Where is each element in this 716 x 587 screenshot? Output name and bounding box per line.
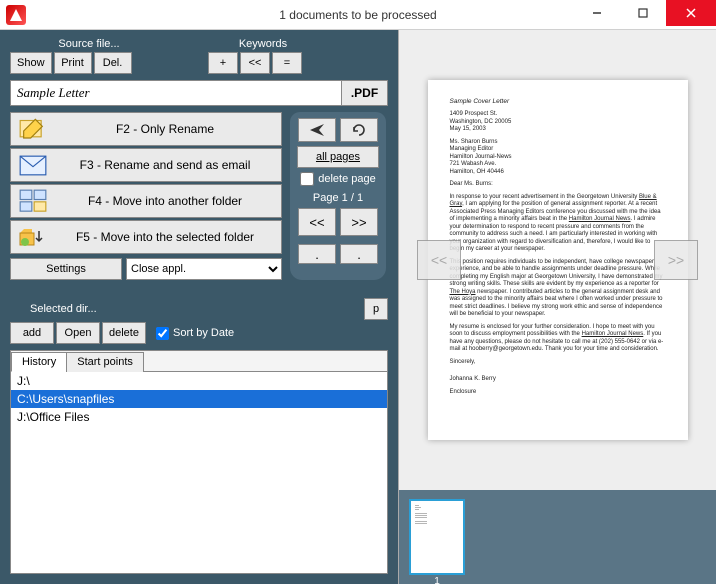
email-icon (19, 153, 47, 177)
folder-selected-icon (19, 225, 47, 249)
f2-rename-button[interactable]: F2 - Only Rename (10, 112, 282, 146)
close-button[interactable] (666, 0, 716, 26)
minimize-button[interactable] (574, 0, 620, 26)
dot-right-button[interactable]: . (340, 244, 378, 264)
delete-page-check-input[interactable] (300, 172, 314, 186)
show-button[interactable]: Show (10, 52, 52, 74)
f4-label: F4 - Move into another folder (57, 194, 273, 208)
f3-label: F3 - Rename and send as email (57, 158, 273, 172)
keyword-eq-button[interactable]: = (272, 52, 302, 74)
folder-move-icon (19, 189, 47, 213)
history-list[interactable]: J:\C:\Users\snapfilesJ:\Office Files (11, 372, 387, 573)
open-dir-button[interactable]: Open (56, 322, 100, 344)
extension-label: .PDF (342, 80, 388, 106)
delete-source-button[interactable]: Del. (94, 52, 132, 74)
page-prev-button[interactable]: << (298, 208, 336, 236)
thumb-number: 1 (411, 576, 463, 587)
page-next-button[interactable]: >> (340, 208, 378, 236)
sort-label: Sort by Date (173, 327, 234, 339)
titlebar: 1 documents to be processed (0, 0, 716, 30)
delete-page-label: delete page (318, 173, 376, 185)
doc-next-button[interactable]: >> (654, 240, 698, 280)
close-appl-select[interactable]: Close appl. (126, 258, 282, 280)
sort-check-input[interactable] (156, 327, 169, 340)
keyword-back-button[interactable]: << (240, 52, 270, 74)
list-item[interactable]: C:\Users\snapfiles (11, 390, 387, 408)
dot-left-button[interactable]: . (298, 244, 336, 264)
list-item[interactable]: J:\Office Files (11, 408, 387, 426)
history-tabs: History Start points J:\C:\Users\snapfil… (10, 350, 388, 574)
maximize-button[interactable] (620, 0, 666, 26)
f4-move-button[interactable]: F4 - Move into another folder (10, 184, 282, 218)
refresh-icon-button[interactable] (340, 118, 378, 142)
delete-page-checkbox[interactable]: delete page (300, 172, 376, 186)
f2-label: F2 - Only Rename (57, 122, 273, 136)
source-file-label: Source file... (10, 38, 168, 50)
thumbnail-1[interactable]: ▬▬▬▬▬▬▬▬▬▬▬▬▬▬▬▬▬▬▬▬▬▬▬▬▬▬▬▬▬▬▬▬▬▬▬▬▬ 1 (409, 499, 465, 575)
f5-move-selected-button[interactable]: F5 - Move into the selected folder (10, 220, 282, 254)
list-item[interactable]: J:\ (11, 372, 387, 390)
plane-icon-button[interactable] (298, 118, 336, 142)
filename-input[interactable] (10, 80, 342, 106)
thumbnail-strip: ▬▬▬▬▬▬▬▬▬▬▬▬▬▬▬▬▬▬▬▬▬▬▬▬▬▬▬▬▬▬▬▬▬▬▬▬▬ 1 (399, 490, 716, 584)
rename-icon (19, 117, 47, 141)
page-indicator: Page 1 / 1 (313, 192, 363, 204)
p-button[interactable]: p (364, 298, 388, 320)
delete-dir-button[interactable]: delete (102, 322, 146, 344)
app-icon (6, 5, 26, 25)
keywords-label: Keywords (208, 38, 318, 50)
all-pages-button[interactable]: all pages (297, 146, 379, 168)
add-dir-button[interactable]: add (10, 322, 54, 344)
document-viewer[interactable]: << >> Sample Cover Letter 1409 Prospect … (399, 30, 716, 490)
print-button[interactable]: Print (54, 52, 92, 74)
tab-history[interactable]: History (11, 352, 67, 372)
page-panel: all pages delete page Page 1 / 1 << >> .… (290, 112, 386, 280)
tab-start-points[interactable]: Start points (66, 352, 144, 372)
f5-label: F5 - Move into the selected folder (57, 230, 273, 244)
left-panel: Source file... Show Print Del. Keywords … (0, 30, 398, 584)
selected-dir-label: Selected dir... (10, 303, 130, 315)
settings-button[interactable]: Settings (10, 258, 122, 280)
sort-by-date-checkbox[interactable]: Sort by Date (156, 327, 234, 340)
f3-email-button[interactable]: F3 - Rename and send as email (10, 148, 282, 182)
doc-prev-button[interactable]: << (417, 240, 461, 280)
document-page: Sample Cover Letter 1409 Prospect St.Was… (428, 80, 688, 440)
right-panel: << >> Sample Cover Letter 1409 Prospect … (398, 30, 716, 584)
keyword-plus-button[interactable]: + (208, 52, 238, 74)
